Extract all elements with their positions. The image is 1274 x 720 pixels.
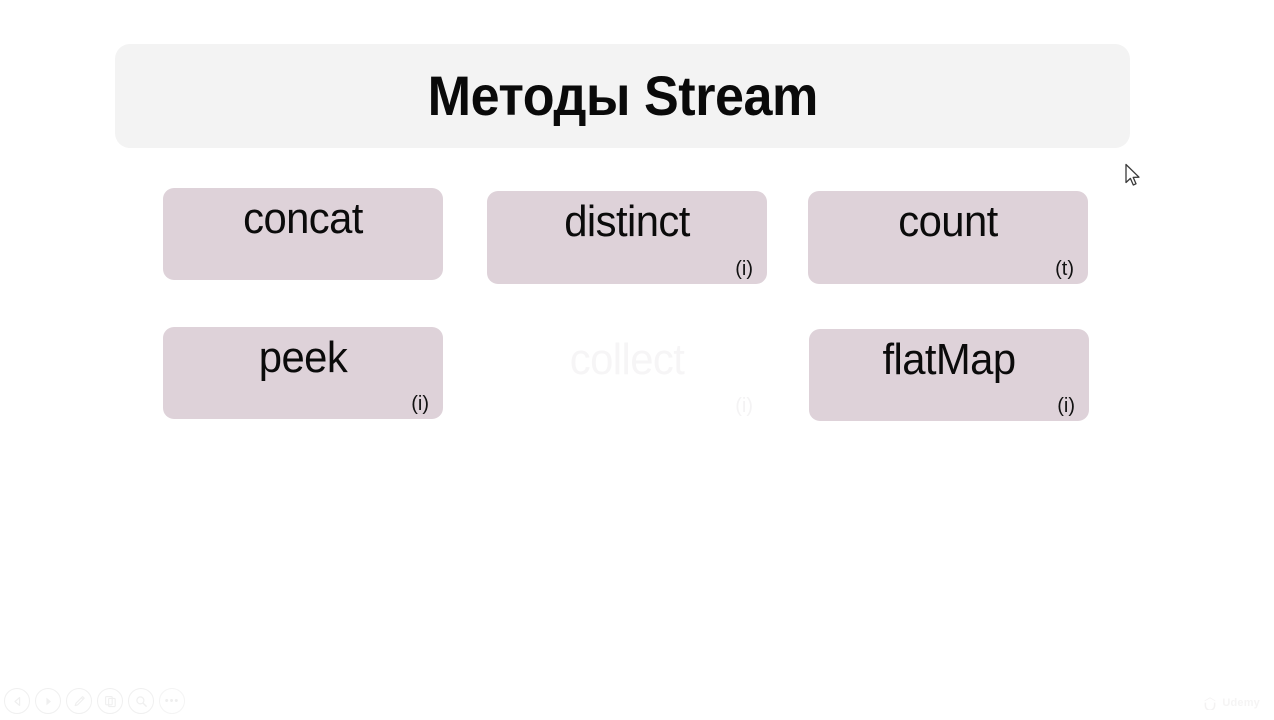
previous-slide-button[interactable]: [4, 688, 30, 714]
method-tag-collect: (i): [735, 395, 753, 417]
method-name-concat: concat: [243, 194, 363, 243]
method-tag-peek: (i): [411, 393, 429, 415]
method-name-peek: peek: [258, 333, 348, 382]
method-tag-distinct: (i): [735, 258, 753, 280]
udemy-watermark: Udemy: [1202, 696, 1260, 710]
method-box-count[interactable]: count (t): [808, 191, 1088, 284]
mouse-cursor: [1124, 163, 1142, 189]
slide-title: Методы Stream: [427, 64, 818, 127]
triangle-left-icon: [12, 696, 23, 707]
search-icon: [135, 695, 148, 708]
slide-toolbar: •••: [4, 688, 185, 714]
pen-tool-button[interactable]: [66, 688, 92, 714]
method-name-flatmap: flatMap: [882, 335, 1016, 384]
copy-icon: [104, 695, 117, 708]
method-box-concat[interactable]: concat: [163, 188, 443, 280]
slide-title-panel: Методы Stream: [115, 44, 1130, 148]
method-box-peek[interactable]: peek (i): [163, 327, 443, 419]
udemy-brand-text: Udemy: [1222, 696, 1260, 709]
method-name-collect: collect: [569, 335, 685, 384]
method-tag-flatmap: (i): [1057, 395, 1075, 417]
method-box-distinct[interactable]: distinct (i): [487, 191, 767, 284]
method-tag-count: (t): [1055, 258, 1074, 280]
duplicate-button[interactable]: [97, 688, 123, 714]
method-name-count: count: [898, 197, 998, 246]
next-slide-button[interactable]: [35, 688, 61, 714]
method-box-collect[interactable]: collect (i): [487, 329, 767, 421]
presentation-slide: Методы Stream concat distinct (i) count …: [0, 0, 1274, 720]
pen-icon: [73, 695, 86, 708]
method-box-flatmap[interactable]: flatMap (i): [809, 329, 1089, 421]
method-name-distinct: distinct: [564, 197, 690, 246]
triangle-right-icon: [43, 696, 54, 707]
more-dots-icon: •••: [164, 694, 180, 707]
zoom-tool-button[interactable]: [128, 688, 154, 714]
udemy-logo-icon: [1202, 696, 1218, 710]
more-options-button[interactable]: •••: [159, 688, 185, 714]
